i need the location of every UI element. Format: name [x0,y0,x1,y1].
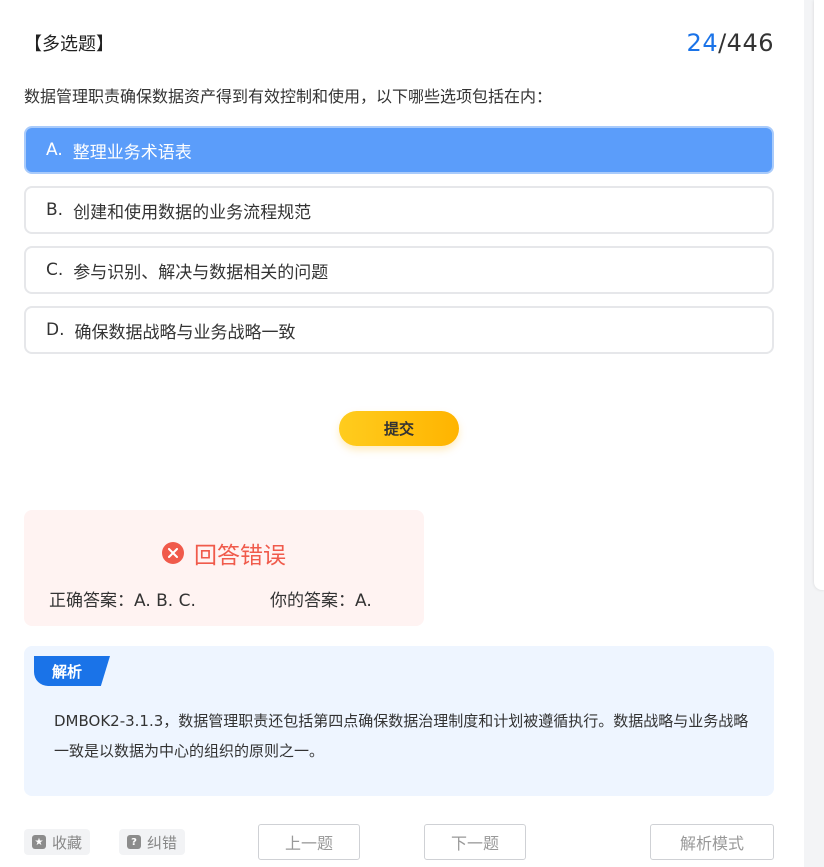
question-counter: 24/446 [687,29,774,57]
question-card: 【多选题】 24/446 数据管理职责确保数据资产得到有效控制和使用，以下哪些选… [0,0,804,867]
prev-question-button[interactable]: 上一题 [258,824,360,860]
option-text: 参与识别、解决与数据相关的问题 [73,262,329,283]
option-text: 创建和使用数据的业务流程规范 [73,202,312,223]
result-status: 回答错误 [24,536,424,570]
analysis-panel: 解析 DMBOK2-3.1.3，数据管理职责还包括第四点确保数据治理制度和计划被… [24,646,774,796]
option-d[interactable]: D. 确保数据战略与业务战略一致 [24,306,774,354]
result-panel: 回答错误 正确答案：A. B. C. 你的答案：A. [24,510,424,626]
star-icon: ★ [32,835,46,849]
submit-button[interactable]: 提交 [339,411,459,446]
correct-answer: 正确答案：A. B. C. [49,591,196,611]
analysis-text: DMBOK2-3.1.3，数据管理职责还包括第四点确保数据治理制度和计划被遵循执… [54,712,749,760]
favorite-label: 收藏 [52,833,83,852]
option-b[interactable]: B. 创建和使用数据的业务流程规范 [24,186,774,234]
option-a[interactable]: A. 整理业务术语表 [24,126,774,174]
question-text: 数据管理职责确保数据资产得到有效控制和使用，以下哪些选项包括在内： [24,87,553,106]
close-circle-icon [162,542,184,564]
report-error-button[interactable]: ? 纠错 [119,829,186,855]
report-label: 纠错 [147,833,178,852]
option-c[interactable]: C. 参与识别、解决与数据相关的问题 [24,246,774,294]
your-answer: 你的答案：A. [270,591,372,611]
option-text: 确保数据战略与业务战略一致 [74,322,296,343]
total-question-count: /446 [718,29,774,57]
analysis-mode-button[interactable]: 解析模式 [650,824,774,860]
result-status-text: 回答错误 [194,543,286,569]
option-text: 整理业务术语表 [72,142,192,163]
current-question-number: 24 [686,29,719,57]
analysis-tag: 解析 [34,656,110,686]
option-letter: B. [46,200,64,220]
question-type-label: 【多选题】 [24,34,114,55]
option-letter: C. [46,260,64,280]
question-icon: ? [127,835,141,849]
next-question-button[interactable]: 下一题 [424,824,526,860]
option-letter: D. [46,320,65,340]
side-panel [814,0,824,590]
favorite-button[interactable]: ★ 收藏 [24,829,91,855]
option-letter: A. [46,140,63,160]
